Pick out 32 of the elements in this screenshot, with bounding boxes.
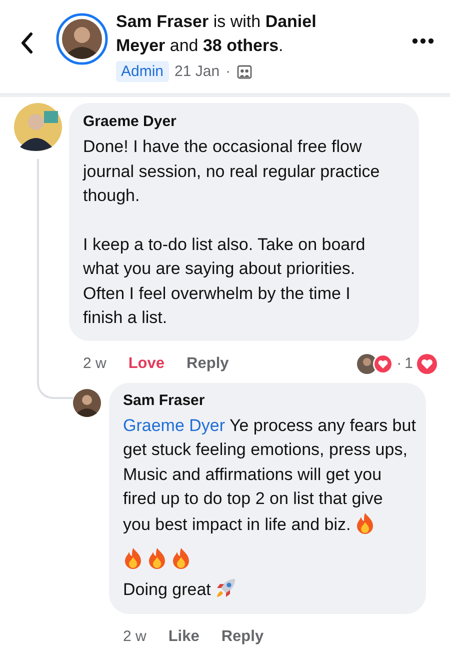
action-link[interactable]: Reply (221, 628, 264, 646)
action-link[interactable]: Love (128, 354, 165, 372)
comment-text: I keep a to-do list also. Take on board what you are saying about priorities. Often I feel overwhelm by the time I finish a list. (83, 234, 366, 329)
more-icon[interactable] (412, 38, 434, 44)
action-link[interactable]: Reply (186, 354, 229, 372)
action-link[interactable]: Like (168, 628, 200, 646)
separator-dot: · (396, 355, 402, 372)
group-icon (236, 64, 252, 78)
comment-text: Graeme Dyer Ye process any fears but get stuck feeling emotions, press ups, (123, 414, 417, 461)
separator-dot: · (226, 63, 231, 80)
comment-text: you best impact in life and biz. (123, 514, 351, 534)
comment-time: 2 w (83, 355, 106, 372)
author-name[interactable]: Graeme Dyer (83, 112, 393, 132)
post-title: Sam Fraser is with Daniel Meyer and 38 others. (116, 11, 318, 57)
comment-time: 2 w (123, 628, 146, 645)
admin-badge: Admin (116, 61, 169, 82)
fire-icon (354, 512, 375, 534)
reaction-icon (356, 352, 394, 374)
fire-icon (171, 547, 191, 569)
post-date: 21 Jan (174, 63, 220, 80)
comment-text: Done! I have the occasional free flow journal session, no real regular practice though. (83, 136, 381, 207)
comment-text: Doing great (123, 580, 211, 599)
fire-icon (147, 547, 167, 569)
avatar[interactable] (56, 13, 108, 65)
back-icon[interactable] (20, 32, 34, 54)
avatar[interactable] (73, 388, 101, 416)
reaction-count: 1 (404, 355, 413, 372)
rocket-icon (214, 577, 237, 599)
avatar[interactable] (14, 103, 62, 151)
mention-link[interactable]: Graeme Dyer (123, 416, 226, 434)
fire-icon (123, 547, 143, 569)
author-name[interactable]: Sam Fraser (123, 390, 418, 410)
